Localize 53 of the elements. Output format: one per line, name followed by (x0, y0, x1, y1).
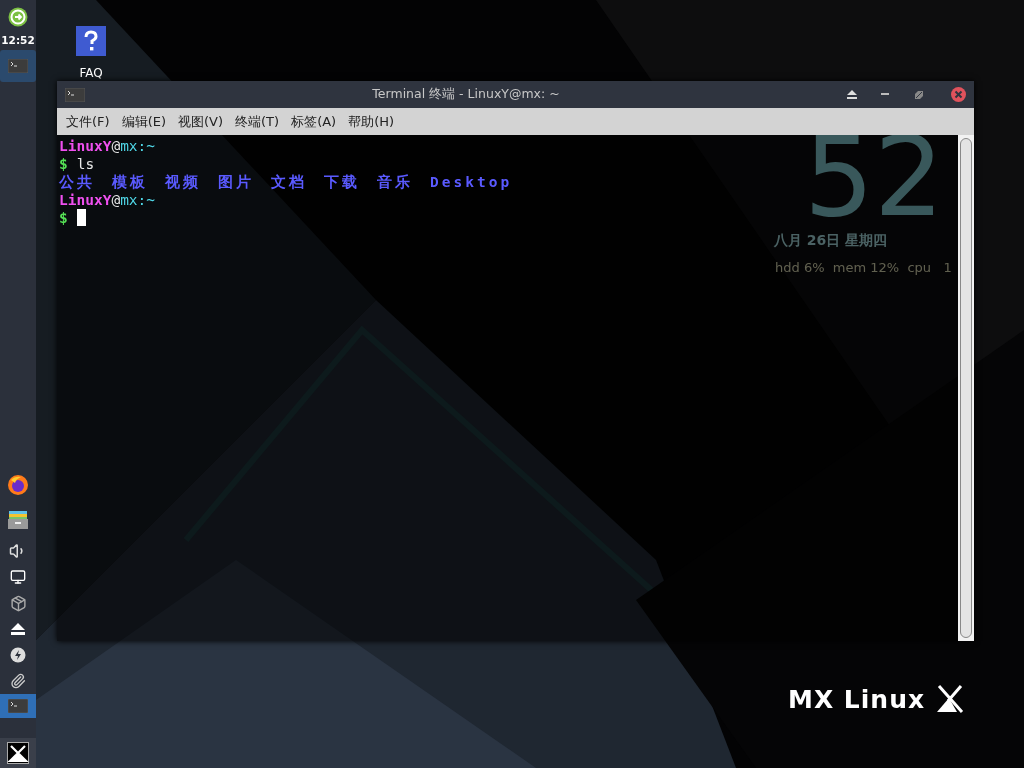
prompt-user: LinuxY (59, 137, 112, 155)
file-cabinet-icon (7, 510, 29, 530)
package-icon (9, 594, 27, 612)
prompt-host: :~ (137, 137, 156, 155)
logo-text: MX Linux (788, 684, 926, 714)
prompt-host: :~ (137, 191, 156, 209)
menu-item[interactable]: 文件(F) (61, 112, 115, 131)
prompt-symbol: $ (59, 155, 68, 173)
text-cursor (76, 209, 86, 226)
x-logo-icon (7, 742, 29, 764)
directory-name: Desktop (430, 173, 513, 191)
eject-icon (10, 622, 26, 636)
shade-icon[interactable] (847, 90, 857, 99)
prompt-host: mx (120, 191, 138, 209)
scrollbar[interactable] (958, 135, 974, 641)
menu-item[interactable]: 帮助(H) (343, 112, 400, 131)
directory-name: 音乐 (377, 173, 413, 191)
clock-minute: 52 (804, 122, 944, 232)
system-stats: hdd 6% mem 12% cpu 1 (775, 260, 953, 275)
menu-item[interactable]: 终端(T) (230, 112, 285, 131)
menu-item[interactable]: 标签(A) (286, 112, 342, 131)
update-arrow-icon[interactable] (8, 7, 28, 27)
panel-clock[interactable]: 12:52 (1, 34, 35, 46)
prompt-host: @ (111, 191, 121, 209)
help-icon[interactable] (76, 26, 106, 56)
terminal-icon (8, 699, 28, 713)
terminal-icon (8, 59, 28, 73)
directory-name: 图片 (218, 173, 254, 191)
directory-name: 视频 (165, 173, 201, 191)
directory-name: 文档 (271, 173, 307, 191)
close-icon[interactable] (951, 87, 966, 102)
directory-name: 公共 (59, 173, 95, 191)
directory-name: 下载 (324, 173, 360, 191)
monitor-icon (10, 569, 26, 585)
terminal-icon (65, 87, 85, 102)
lightning-circle-icon (10, 647, 26, 663)
clock-date: 八月 26日 星期四 (774, 232, 889, 250)
menu-item[interactable]: 视图(V) (173, 112, 229, 131)
start-menu-button[interactable] (0, 738, 36, 768)
menu-item[interactable]: 编辑(E) (116, 112, 171, 131)
command-text: ls (76, 155, 95, 173)
directory-name: 模板 (112, 173, 148, 191)
x-logo-icon (935, 684, 966, 714)
paperclip-icon (10, 673, 26, 689)
minimize-icon[interactable] (881, 93, 889, 96)
prompt-user: LinuxY (59, 191, 112, 209)
maximize-icon[interactable] (915, 90, 923, 99)
firefox-icon (7, 474, 29, 496)
prompt-host: mx (120, 137, 138, 155)
prompt-symbol: $ (59, 209, 68, 227)
desktop-icon-label[interactable]: FAQ (79, 66, 103, 80)
prompt-host: @ (111, 137, 121, 155)
window-title: Terminal 终端 - LinuxY@mx: ~ (371, 86, 561, 103)
